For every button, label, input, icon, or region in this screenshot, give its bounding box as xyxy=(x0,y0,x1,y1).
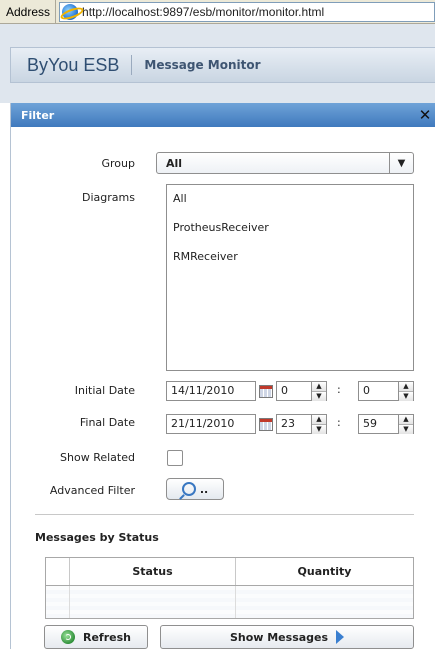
table-cell xyxy=(236,586,413,618)
ie-page-icon xyxy=(62,3,79,20)
refresh-button[interactable]: Refresh xyxy=(44,625,148,649)
close-icon[interactable]: ✕ xyxy=(417,106,433,124)
final-hour-spinner[interactable]: 23 ▲ ▼ xyxy=(276,414,327,434)
section-divider xyxy=(35,514,414,515)
chevron-down-icon[interactable]: ▼ xyxy=(389,153,413,173)
spin-down-icon[interactable]: ▼ xyxy=(312,424,326,434)
calendar-icon[interactable] xyxy=(259,418,273,431)
show-messages-button-label: Show Messages xyxy=(229,630,329,644)
initial-hour-value: 0 xyxy=(281,384,288,397)
spin-down-icon[interactable]: ▼ xyxy=(399,391,413,401)
brand-title: ByYou ESB xyxy=(27,54,120,75)
spin-up-icon[interactable]: ▲ xyxy=(399,382,413,391)
column-header-quantity[interactable]: Quantity xyxy=(236,558,413,585)
spin-up-icon[interactable]: ▲ xyxy=(312,382,326,391)
refresh-button-label: Refresh xyxy=(83,630,131,644)
table-cell xyxy=(46,586,70,618)
address-bar: Address http://localhost:9897/esb/monito… xyxy=(0,0,435,24)
column-header-selector xyxy=(46,558,70,585)
time-separator: : xyxy=(337,383,341,396)
final-date-label: Final Date xyxy=(79,416,135,429)
group-label: Group xyxy=(101,157,136,170)
status-table: Status Quantity xyxy=(45,557,414,619)
initial-hour-spinner[interactable]: 0 ▲ ▼ xyxy=(276,381,327,401)
table-cell xyxy=(70,586,236,618)
spin-up-icon[interactable]: ▲ xyxy=(399,415,413,424)
diagrams-label: Diagrams xyxy=(82,191,135,204)
show-messages-button[interactable]: Show Messages xyxy=(160,625,414,649)
diagram-item-rmreceiver[interactable]: RMReceiver xyxy=(167,243,413,272)
url-text: http://localhost:9897/esb/monitor/monito… xyxy=(82,4,325,19)
filter-panel-header: Filter ✕ xyxy=(11,103,435,127)
url-field[interactable]: http://localhost:9897/esb/monitor/monito… xyxy=(59,1,435,22)
address-label: Address xyxy=(0,0,57,23)
page-subtitle: Message Monitor xyxy=(144,58,261,72)
search-icon xyxy=(181,482,196,496)
filter-title: Filter xyxy=(21,108,55,122)
final-minute-spinner[interactable]: 59 ▲ ▼ xyxy=(358,414,414,434)
group-select[interactable]: All ▼ xyxy=(156,152,414,174)
table-row xyxy=(46,586,413,618)
spin-down-icon[interactable]: ▼ xyxy=(399,424,413,434)
diagrams-listbox[interactable]: All ProtheusReceiver RMReceiver xyxy=(166,184,414,371)
time-separator: : xyxy=(337,416,341,429)
final-minute-value: 59 xyxy=(363,417,377,430)
initial-minute-spinner[interactable]: 0 ▲ ▼ xyxy=(358,381,414,401)
calendar-icon[interactable] xyxy=(259,385,273,398)
advanced-filter-label: Advanced Filter xyxy=(49,484,135,497)
final-hour-value: 23 xyxy=(281,417,295,430)
initial-minute-value: 0 xyxy=(363,384,370,397)
show-related-checkbox[interactable] xyxy=(167,450,183,466)
column-header-status[interactable]: Status xyxy=(70,558,236,585)
messages-by-status-title: Messages by Status xyxy=(35,531,159,544)
initial-date-label: Initial Date xyxy=(74,384,135,397)
app-header: ByYou ESB Message Monitor xyxy=(0,24,435,103)
initial-date-input[interactable]: 14/11/2010 xyxy=(166,381,256,401)
spin-down-icon[interactable]: ▼ xyxy=(312,391,326,401)
refresh-icon xyxy=(61,630,75,644)
group-select-value: All xyxy=(166,156,183,170)
final-date-input[interactable]: 21/11/2010 xyxy=(166,414,256,434)
show-related-label: Show Related xyxy=(60,451,135,464)
advanced-filter-button[interactable]: .. xyxy=(166,478,224,500)
spin-up-icon[interactable]: ▲ xyxy=(312,415,326,424)
arrow-right-icon xyxy=(336,630,345,644)
diagram-item-protheusreceiver[interactable]: ProtheusReceiver xyxy=(167,214,413,243)
advanced-filter-button-label: .. xyxy=(199,482,209,496)
status-table-header: Status Quantity xyxy=(46,558,413,586)
app-title-bar: ByYou ESB Message Monitor xyxy=(10,47,435,83)
diagram-item-all[interactable]: All xyxy=(167,185,413,214)
